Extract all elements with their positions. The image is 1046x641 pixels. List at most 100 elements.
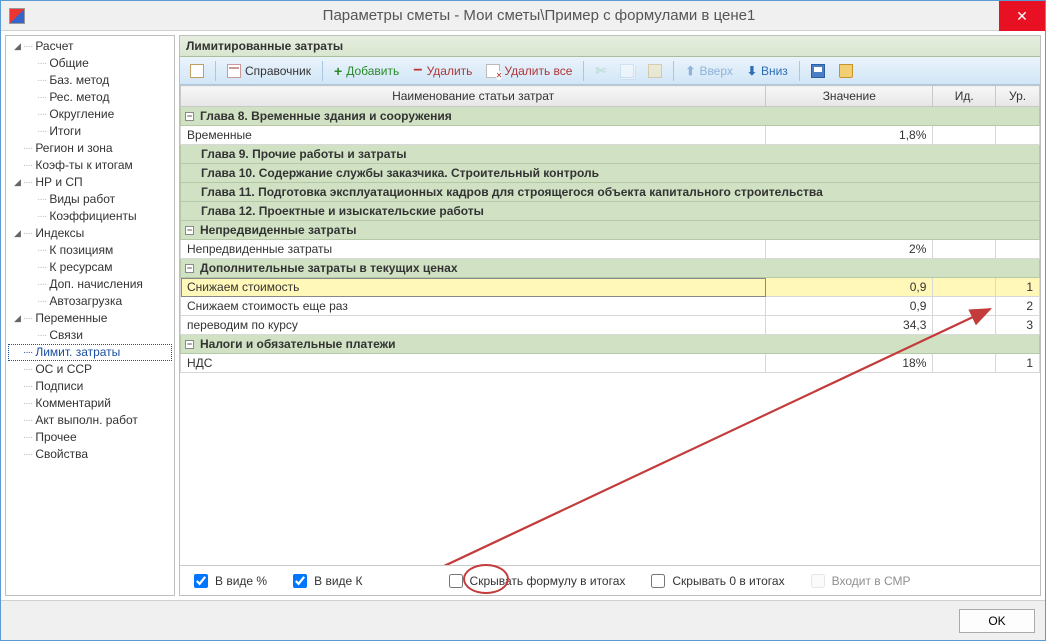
down-button[interactable]: ⬇Вниз — [741, 60, 794, 82]
nav-item-16[interactable]: ◢····Переменные — [8, 310, 172, 327]
table-row[interactable]: Непредвиденные затраты2% — [181, 240, 1040, 259]
delete-button[interactable]: −Удалить — [407, 60, 478, 82]
nav-item-7[interactable]: ····Коэф-ты к итогам — [8, 157, 172, 174]
collapse-icon[interactable]: ◢ — [12, 38, 23, 55]
table-row[interactable]: −Непредвиденные затраты — [181, 221, 1040, 240]
cell-level[interactable]: 1 — [996, 354, 1040, 373]
table-row[interactable]: Глава 11. Подготовка эксплуатационных ка… — [181, 183, 1040, 202]
cut-button[interactable]: ✄ — [589, 60, 612, 82]
cell-level[interactable] — [996, 126, 1040, 145]
hide-zero-checkbox[interactable]: Скрывать 0 в итогах — [647, 571, 784, 591]
cell-name[interactable]: Временные — [181, 126, 766, 145]
coeff-checkbox[interactable]: В виде К — [289, 571, 362, 591]
body: ◢····Расчет····Общие····Баз. метод····Ре… — [1, 31, 1045, 600]
table-row[interactable]: переводим по курсу34,3 3 — [181, 316, 1040, 335]
ok-button[interactable]: OK — [959, 609, 1035, 633]
cell-name[interactable]: Снижаем стоимость еще раз — [181, 297, 766, 316]
nav-item-24[interactable]: ····Свойства — [8, 446, 172, 463]
cell-value[interactable]: 1,8% — [766, 126, 933, 145]
cell-name[interactable]: НДС — [181, 354, 766, 373]
dialog-footer: OK — [1, 600, 1045, 640]
collapse-icon[interactable]: − — [185, 112, 194, 121]
cell-id[interactable] — [933, 126, 996, 145]
add-button[interactable]: +Добавить — [328, 60, 405, 82]
nav-item-20[interactable]: ····Подписи — [8, 378, 172, 395]
nav-item-3[interactable]: ····Рес. метод — [8, 89, 172, 106]
table-row[interactable]: Глава 9. Прочие работы и затраты — [181, 145, 1040, 164]
nav-item-23[interactable]: ····Прочее — [8, 429, 172, 446]
table-row[interactable]: Снижаем стоимость0,9 1 — [181, 278, 1040, 297]
collapse-icon[interactable]: − — [185, 264, 194, 273]
nav-item-18[interactable]: ····Лимит. затраты — [8, 344, 172, 361]
cell-value[interactable]: 0,9 — [766, 278, 933, 297]
nav-item-19[interactable]: ····ОС и ССР — [8, 361, 172, 378]
percent-checkbox[interactable]: В виде % — [190, 571, 267, 591]
table-row[interactable]: Глава 12. Проектные и изыскательские раб… — [181, 202, 1040, 221]
cell-level[interactable]: 2 — [996, 297, 1040, 316]
open-button[interactable] — [833, 60, 859, 82]
cell-level[interactable]: 1 — [996, 278, 1040, 297]
table-row[interactable]: −Налоги и обязательные платежи — [181, 335, 1040, 354]
col-value-header[interactable]: Значение — [766, 86, 933, 107]
table-row[interactable]: −Дополнительные затраты в текущих ценах — [181, 259, 1040, 278]
nav-item-0[interactable]: ◢····Расчет — [8, 38, 172, 55]
nav-item-17[interactable]: ····Связи — [8, 327, 172, 344]
nav-item-13[interactable]: ····К ресурсам — [8, 259, 172, 276]
collapse-icon[interactable]: ◢ — [12, 310, 23, 327]
table-row[interactable]: НДС18% 1 — [181, 354, 1040, 373]
hide-formula-checkbox[interactable]: Скрывать формулу в итогах — [445, 571, 626, 591]
collapse-icon[interactable]: − — [185, 340, 194, 349]
nav-item-10[interactable]: ····Коэффициенты — [8, 208, 172, 225]
table-row[interactable]: −Глава 8. Временные здания и сооружения — [181, 107, 1040, 126]
reference-button[interactable]: Справочник — [221, 60, 317, 82]
table-row[interactable]: Снижаем стоимость еще раз0,9 2 — [181, 297, 1040, 316]
col-id-header[interactable]: Ид. — [933, 86, 996, 107]
cell-level[interactable] — [996, 240, 1040, 259]
cell-value[interactable]: 0,9 — [766, 297, 933, 316]
col-name-header[interactable]: Наименование статьи затрат — [181, 86, 766, 107]
save-button[interactable] — [805, 60, 831, 82]
copy-button[interactable] — [614, 60, 640, 82]
nav-item-6[interactable]: ····Регион и зона — [8, 140, 172, 157]
nav-item-14[interactable]: ····Доп. начисления — [8, 276, 172, 293]
nav-item-12[interactable]: ····К позициям — [8, 242, 172, 259]
cell-value[interactable]: 2% — [766, 240, 933, 259]
paste-button[interactable] — [642, 60, 668, 82]
limits-table[interactable]: Наименование статьи затрат Значение Ид. … — [180, 85, 1040, 373]
nav-item-2[interactable]: ····Баз. метод — [8, 72, 172, 89]
nav-item-15[interactable]: ····Автозагрузка — [8, 293, 172, 310]
cell-value[interactable]: 34,3 — [766, 316, 933, 335]
nav-item-1[interactable]: ····Общие — [8, 55, 172, 72]
cell-id[interactable] — [933, 240, 996, 259]
cell-id[interactable] — [933, 354, 996, 373]
nav-item-9[interactable]: ····Виды работ — [8, 191, 172, 208]
close-button[interactable]: ✕ — [999, 1, 1045, 31]
cell-name[interactable]: Снижаем стоимость — [181, 278, 766, 297]
cell-name[interactable]: Непредвиденные затраты — [181, 240, 766, 259]
nav-item-5[interactable]: ····Итоги — [8, 123, 172, 140]
cell-name[interactable]: переводим по курсу — [181, 316, 766, 335]
col-level-header[interactable]: Ур. — [996, 86, 1040, 107]
nav-item-11[interactable]: ◢····Индексы — [8, 225, 172, 242]
cell-level[interactable]: 3 — [996, 316, 1040, 335]
cell-id[interactable] — [933, 278, 996, 297]
cell-id[interactable] — [933, 316, 996, 335]
cell-value[interactable]: 18% — [766, 354, 933, 373]
footer-options: В виде % В виде К Скрывать формулу в ито… — [180, 565, 1040, 595]
nav-tree[interactable]: ◢····Расчет····Общие····Баз. метод····Ре… — [5, 35, 175, 596]
table-row[interactable]: Глава 10. Содержание службы заказчика. С… — [181, 164, 1040, 183]
collapse-icon[interactable]: ◢ — [12, 225, 23, 242]
cell-id[interactable] — [933, 297, 996, 316]
nav-item-4[interactable]: ····Округление — [8, 106, 172, 123]
up-button[interactable]: ⬆Вверх — [679, 60, 739, 82]
norm-button[interactable] — [184, 60, 210, 82]
collapse-icon[interactable]: − — [185, 226, 194, 235]
nav-item-8[interactable]: ◢····НР и СП — [8, 174, 172, 191]
delete-all-button[interactable]: Удалить все — [480, 60, 578, 82]
nav-label: Связи — [49, 327, 83, 344]
nav-item-22[interactable]: ····Акт выполн. работ — [8, 412, 172, 429]
table-row[interactable]: Временные1,8% — [181, 126, 1040, 145]
nav-label: Автозагрузка — [49, 293, 122, 310]
collapse-icon[interactable]: ◢ — [12, 174, 23, 191]
nav-item-21[interactable]: ····Комментарий — [8, 395, 172, 412]
